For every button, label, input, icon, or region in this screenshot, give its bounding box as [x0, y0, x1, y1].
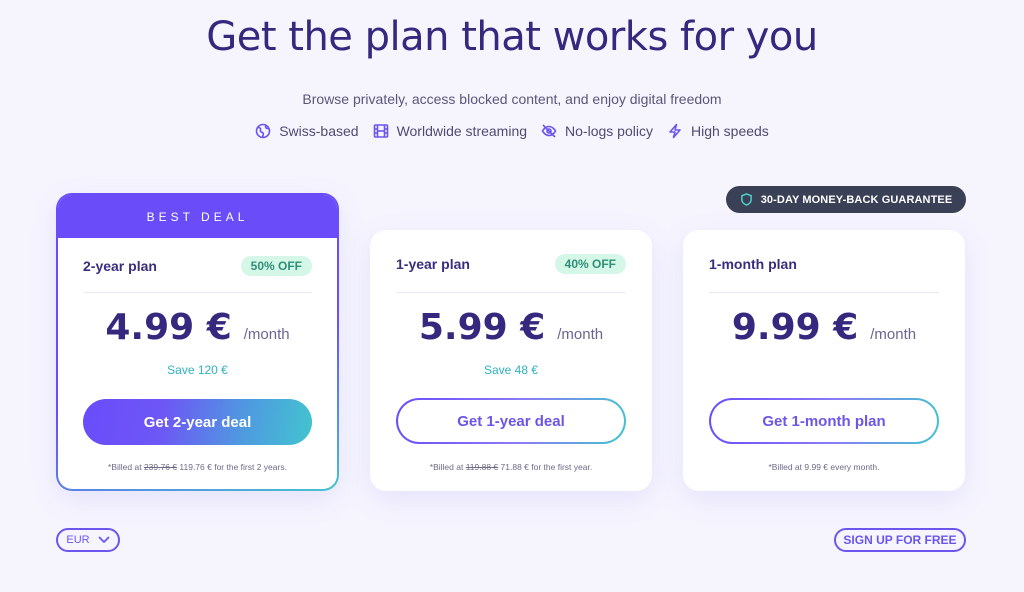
plan-price: 4.99 €	[105, 307, 232, 348]
currency-selector[interactable]: EUR	[56, 528, 120, 552]
guarantee-label: 30-DAY MONEY-BACK GUARANTEE	[760, 193, 953, 206]
billing-note: *Billed at 239.76 € 119.76 € for the fir…	[108, 462, 287, 472]
button-label: SIGN UP FOR FREE	[843, 533, 957, 547]
feature-swiss-based: Swiss-based	[255, 123, 359, 139]
billing-note: *Billed at 9.99 € every month.	[768, 462, 880, 472]
film-icon	[373, 124, 388, 138]
plan-card-2-year: BEST DEAL 2-year plan 50% OFF 4.99 € /mo…	[56, 193, 339, 491]
feature-label: Worldwide streaming	[396, 123, 528, 139]
eye-off-icon	[541, 124, 557, 138]
pricing-page: Get the plan that works for you Browse p…	[0, 0, 1024, 592]
divider	[709, 292, 939, 293]
discount-badge: 40% OFF	[554, 254, 626, 274]
feature-label: High speeds	[690, 123, 769, 139]
get-1-year-deal-button[interactable]: Get 1-year deal	[396, 398, 626, 444]
price-period: /month	[243, 326, 290, 343]
feature-label: Swiss-based	[279, 123, 359, 139]
discount-badge: 50% OFF	[240, 256, 312, 276]
get-1-month-plan-button[interactable]: Get 1-month plan	[709, 398, 939, 444]
original-price: 119.88 €	[465, 462, 499, 472]
page-title: Get the plan that works for you	[206, 14, 818, 60]
divider	[396, 292, 626, 293]
feature-high-speeds: High speeds	[667, 123, 769, 139]
plan-price: 9.99 €	[731, 307, 859, 348]
lightning-icon	[669, 123, 681, 139]
savings-text: Save 120 €	[167, 363, 228, 377]
feature-no-logs-policy: No-logs policy	[541, 123, 653, 139]
price-period: /month	[870, 326, 917, 343]
feature-worldwide-streaming: Worldwide streaming	[373, 123, 527, 139]
plan-name: 2-year plan	[83, 258, 157, 274]
divider	[83, 292, 312, 293]
billing-note: *Billed at 119.88 € 71.88 € for the firs…	[429, 462, 593, 472]
best-deal-banner: BEST DEAL	[58, 195, 337, 238]
plan-price: 5.99 €	[418, 307, 546, 348]
plan-name: 1-year plan	[396, 256, 470, 272]
get-2-year-deal-button[interactable]: Get 2-year deal	[83, 399, 312, 445]
globe-icon	[255, 123, 271, 139]
chevron-down-icon	[98, 536, 110, 543]
feature-label: No-logs policy	[565, 123, 653, 139]
money-back-guarantee-badge: 30-DAY MONEY-BACK GUARANTEE	[726, 186, 966, 213]
button-label: Get 1-year deal	[398, 400, 624, 442]
plan-card-1-year: 1-year plan 40% OFF 5.99 € /month Save 4…	[370, 230, 652, 491]
original-price: 239.76 €	[143, 462, 178, 472]
feature-list: Swiss-based Worldwide streaming No-logs …	[0, 123, 1024, 139]
shield-icon	[740, 193, 752, 206]
price-period: /month	[557, 326, 604, 343]
page-subtitle: Browse privately, access blocked content…	[302, 91, 722, 107]
currency-value: EUR	[66, 534, 90, 546]
button-label: Get 2-year deal	[143, 413, 252, 431]
sign-up-for-free-button[interactable]: SIGN UP FOR FREE	[834, 528, 966, 552]
plan-card-1-month: 1-month plan 9.99 € /month Get 1-month p…	[683, 230, 965, 491]
plan-name: 1-month plan	[709, 256, 797, 272]
savings-text: Save 48 €	[483, 363, 539, 377]
button-label: Get 1-month plan	[711, 400, 937, 442]
